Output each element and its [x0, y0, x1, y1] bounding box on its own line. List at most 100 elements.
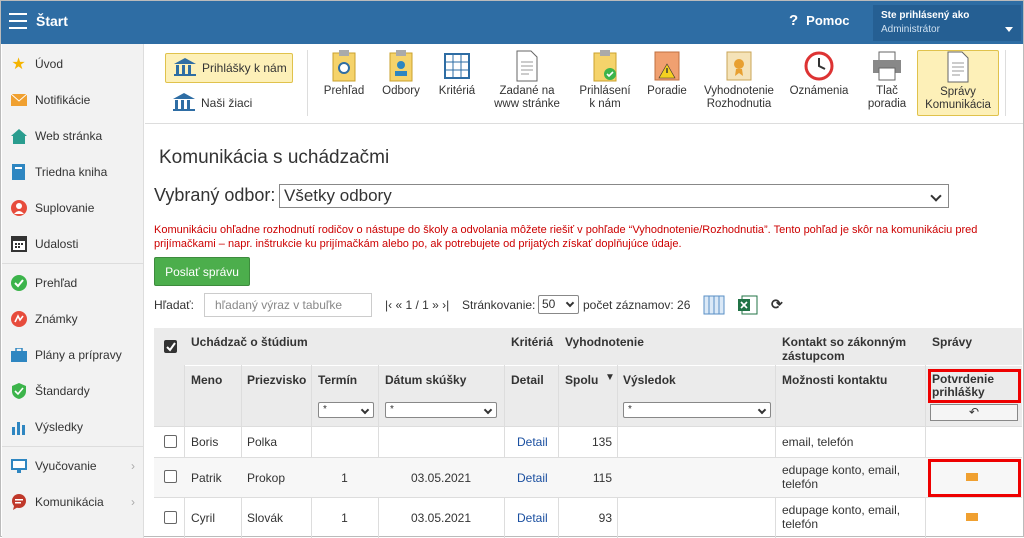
cell-spolu: 93 [598, 511, 612, 525]
filter-datum[interactable]: * [385, 402, 497, 418]
app-title[interactable]: Štart [36, 13, 68, 29]
top-bar: Štart ? Pomoc Ste prihlásený ako Administ… [1, 1, 1023, 44]
table-icon [444, 53, 470, 79]
cell-meno: Boris [191, 435, 219, 449]
detail-link-text[interactable]: Detail [517, 435, 548, 449]
tool-poradie[interactable]: Poradie [643, 50, 691, 116]
sidebar-item-plany[interactable]: Plány a prípravy [2, 337, 143, 373]
table-row[interactable]: Boris Polka Detail 135 email, telefón [154, 427, 1022, 457]
pager[interactable]: |‹ « 1 / 1 » ›| [385, 298, 449, 312]
candidates-table: Uchádzač o štúdium Kritériá Vyhodnotenie… [154, 328, 1022, 538]
detail-link-text[interactable]: Detail [517, 511, 548, 525]
tool-label2: poradia [867, 98, 907, 110]
sidebar-item-udalosti[interactable]: Udalosti [2, 226, 143, 262]
paging-select-value: 50 [542, 297, 556, 311]
tool-label2: k nám [589, 98, 621, 110]
user-menu[interactable]: Ste prihlásený ako Administrátor [873, 5, 1021, 41]
sidebar-item-komunikacia[interactable]: Komunikácia › [2, 484, 143, 520]
select-all-checkbox[interactable] [164, 340, 177, 353]
col-meno[interactable]: Meno [191, 373, 222, 387]
sidebar-item-vysledky[interactable]: Výsledky [2, 409, 143, 445]
tool-prihlaseni[interactable]: Prihlásení k nám [575, 50, 635, 116]
row-checkbox[interactable] [164, 435, 177, 448]
sidebar-item-label: Komunikácia [35, 495, 104, 509]
detail-link-text[interactable]: Detail [517, 471, 548, 485]
col-priezvisko[interactable]: Priezvisko [247, 373, 306, 387]
tool-tlac[interactable]: Tlač poradia [861, 50, 913, 116]
col-vysledok[interactable]: Výsledok [623, 373, 676, 387]
detail-link[interactable]: Detail [517, 511, 548, 525]
paging-select[interactable]: 50 [538, 295, 579, 314]
tool-oznamenia[interactable]: Oznámenia [787, 50, 851, 116]
odbor-select[interactable]: Všetky odbory [279, 184, 949, 208]
excel-icon[interactable] [738, 295, 758, 318]
sidebar-item-triedna[interactable]: Triedna kniha [2, 154, 143, 190]
warning-text: Komunikáciu ohľadne rozhodnutí rodičov o… [154, 224, 978, 250]
table-row[interactable]: Cyril Slovák 1 03.05.2021 Detail 93 edup… [154, 498, 1022, 538]
chevron-right-icon: › [131, 459, 135, 473]
tool-odbory[interactable]: Odbory [379, 50, 423, 116]
tool-prehlad[interactable]: Prehľad [321, 50, 367, 116]
prihlasky-button[interactable]: Prihlášky k nám [165, 53, 293, 83]
search-input[interactable]: hľadaný výraz v tabuľke [204, 293, 372, 317]
sidebar-item-znamky[interactable]: Známky [2, 301, 143, 337]
sort-down-icon[interactable]: ▼ [605, 372, 615, 383]
prihlasky-label: Prihlášky k nám [202, 61, 287, 75]
odbor-select-value: Všetky odbory [284, 186, 392, 205]
tool-label: Tlač [876, 85, 898, 97]
col-datum[interactable]: Dátum skúšky [385, 373, 466, 387]
help-button[interactable]: ? Pomoc [789, 12, 850, 29]
table-view-icon[interactable] [703, 295, 725, 318]
sidebar-item-label: Suplovanie [35, 201, 95, 215]
teaching-icon [10, 458, 27, 475]
col-termin[interactable]: Termín [318, 373, 357, 387]
refresh-icon[interactable]: ⟳ [771, 296, 783, 313]
sidebar-item-prehlad[interactable]: Prehľad [2, 265, 143, 301]
cell-priezvisko: Slovák [247, 511, 284, 525]
menu-icon[interactable] [9, 13, 27, 29]
row-checkbox[interactable] [164, 511, 177, 524]
tool-label2: www stránke [494, 98, 560, 110]
table-row[interactable]: Patrik Prokop 1 03.05.2021 Detail 115 ed… [154, 458, 1022, 497]
tool-spravy[interactable]: Správy Komunikácia [917, 50, 999, 116]
toolbar: Prihlášky k nám Naši žiaci Prehľad Odbor… [145, 44, 1023, 124]
nasi-ziaci-label: Naši žiaci [201, 96, 253, 110]
send-message-button[interactable]: Poslať správu [154, 257, 250, 286]
group-kriteria: Kritériá [511, 335, 554, 349]
filter-termin[interactable]: * [318, 402, 374, 418]
odbor-label: Vybraný odbor: [154, 185, 276, 205]
tool-vyhodnotenie[interactable]: Vyhodnotenie Rozhodnutia [699, 50, 779, 116]
chevron-down-icon [930, 190, 942, 202]
clipboard-eye-icon [332, 50, 356, 82]
school-icon [173, 92, 195, 114]
nasi-ziaci-button[interactable]: Naši žiaci [165, 90, 252, 116]
reply-icon: ↶ [968, 405, 980, 419]
certificate-icon [726, 51, 752, 81]
sidebar-item-web[interactable]: Web stránka [2, 118, 143, 154]
user-line1: Ste prihlásený ako [881, 10, 970, 21]
envelope-icon[interactable] [966, 513, 978, 521]
row-checkbox[interactable] [164, 470, 177, 483]
chevron-right-icon: › [131, 495, 135, 509]
sidebar-item-vyucovanie[interactable]: Vyučovanie › [2, 448, 143, 484]
sidebar-item-uvod[interactable]: ★ Úvod [2, 46, 143, 82]
paging-label: Stránkovanie: [462, 298, 536, 312]
detail-link[interactable]: Detail [517, 435, 548, 449]
col-moznosti[interactable]: Možnosti kontaktu [782, 373, 887, 387]
sidebar-item-label: Notifikácie [35, 93, 91, 107]
reply-all-button[interactable]: ↶ [930, 404, 1018, 421]
filter-vysledok[interactable]: * [623, 402, 771, 418]
shield-icon [10, 383, 27, 400]
sidebar-item-suplovanie[interactable]: Suplovanie [2, 190, 143, 226]
tool-zadane[interactable]: Zadané na www stránke [491, 50, 563, 116]
highlight-mail [928, 459, 1021, 497]
detail-link[interactable]: Detail [517, 471, 548, 485]
sidebar-item-notifikacie[interactable]: Notifikácie [2, 82, 143, 118]
tool-kriteria[interactable]: Kritériá [435, 50, 479, 116]
sidebar-item-standardy[interactable]: Štandardy [2, 373, 143, 409]
cell-meno: Patrik [191, 471, 222, 485]
filter-value: * [390, 404, 394, 415]
cell-kontakt: edupage konto, email, telefón [782, 503, 901, 531]
col-detail[interactable]: Detail [511, 373, 544, 387]
col-spolu[interactable]: Spolu [565, 373, 598, 387]
